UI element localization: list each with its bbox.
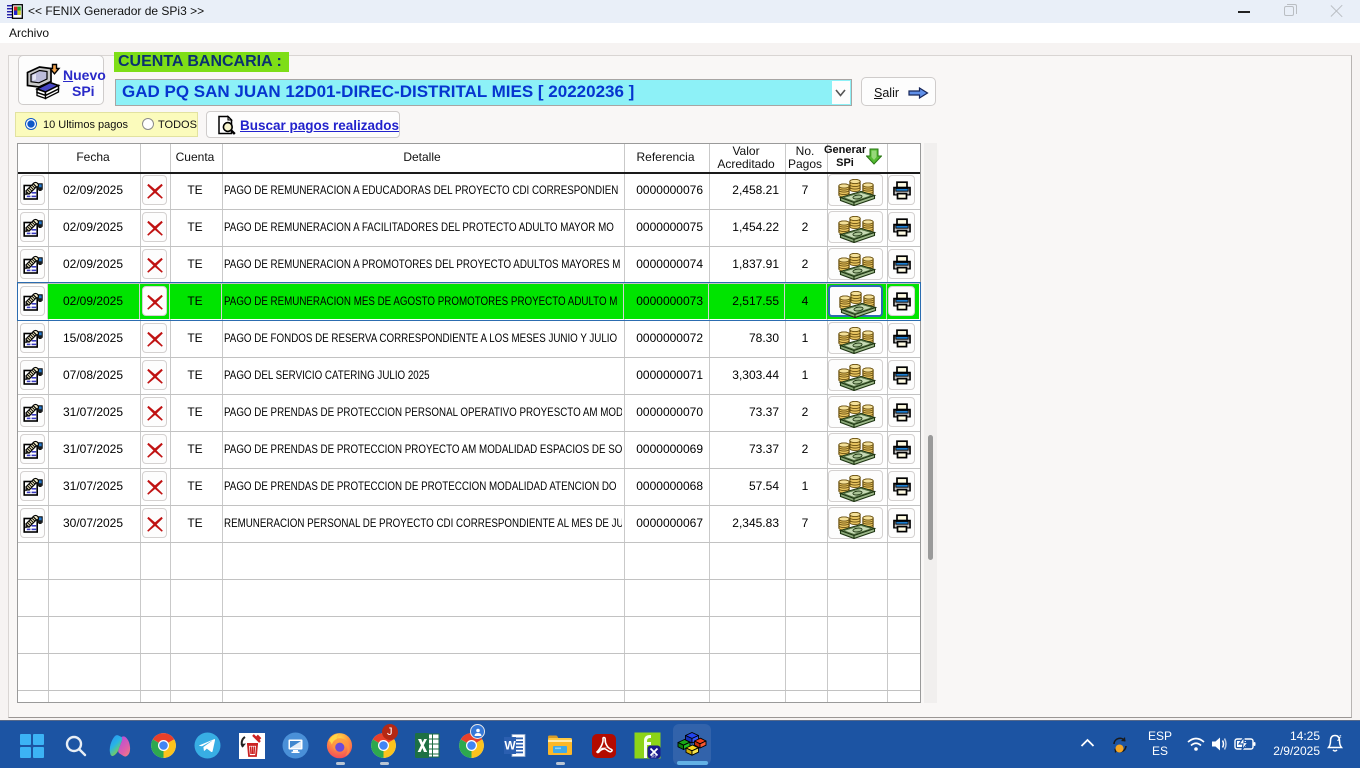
svg-text:sls: sls (651, 754, 657, 759)
svg-text:W: W (504, 739, 516, 753)
svg-text:z: z (1339, 734, 1342, 740)
